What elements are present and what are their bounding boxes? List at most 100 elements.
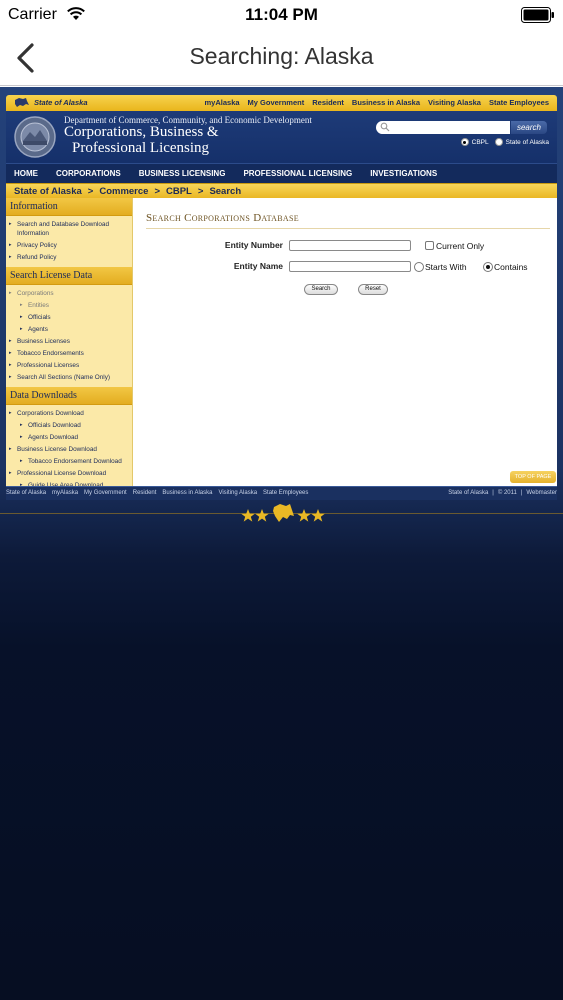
bullet-icon: ▸ <box>9 445 12 452</box>
content-area: Information ▸ Search and Database Downloa… <box>6 198 557 489</box>
sidebar-item[interactable]: ▸ Officials <box>6 311 132 323</box>
footer-link[interactable]: Visiting Alaska <box>218 490 257 496</box>
sidebar-item[interactable]: ▸ Business Licenses <box>6 335 132 347</box>
nav-investigations[interactable]: INVESTIGATIONS <box>370 169 437 178</box>
sidebar-item[interactable]: ▸ Tobacco Endorsement Download <box>6 455 132 467</box>
nav-professional-licensing[interactable]: PROFESSIONAL LICENSING <box>243 169 352 178</box>
state-seal-icon <box>14 116 56 158</box>
sidebar-item[interactable]: ▸ Corporations <box>6 287 132 299</box>
sidebar-section-information: ▸ Search and Database Download Informatio… <box>6 216 132 267</box>
state-of-alaska-logo[interactable]: State of Alaska <box>14 97 88 108</box>
sidebar-item[interactable]: ▸ Entities <box>6 299 132 311</box>
breadcrumb-item[interactable]: CBPL <box>166 186 192 197</box>
sidebar-section-downloads: ▸ Corporations Download ▸ Officials Downloa… <box>6 405 132 493</box>
main-navigation: HOME CORPORATIONS BUSINESS LICENSING PRO… <box>6 163 557 183</box>
site-title-line2: Professional Licensing <box>72 140 210 156</box>
nav-home[interactable]: HOME <box>14 169 38 178</box>
stars-emblem-icon <box>241 504 325 522</box>
sidebar-heading-information: Information <box>6 198 132 216</box>
entity-name-label: Entity Name <box>233 261 283 271</box>
contains-radio[interactable] <box>483 262 493 272</box>
reset-button[interactable]: Reset <box>358 284 388 295</box>
nav-title: Searching: Alaska <box>189 43 374 69</box>
search-button[interactable]: Search <box>304 284 338 295</box>
breadcrumb-item[interactable]: Commerce <box>99 186 148 197</box>
starts-with-label: Starts With <box>425 262 467 272</box>
breadcrumb-separator: > <box>87 185 94 197</box>
footer-link[interactable]: State Employees <box>263 490 308 496</box>
entity-number-input[interactable] <box>289 240 411 251</box>
breadcrumb: State of Alaska > Commerce > CBPL > Sear… <box>6 183 557 198</box>
sidebar-item[interactable]: ▸ Professional Licenses <box>6 359 132 371</box>
sidebar-item[interactable]: ▸ Corporations Download <box>6 407 132 419</box>
entity-number-label: Entity Number <box>224 240 283 250</box>
util-link[interactable]: Resident <box>312 98 344 107</box>
sidebar-item[interactable]: ▸ Agents <box>6 323 132 335</box>
bullet-icon: ▸ <box>9 289 12 296</box>
sidebar-item[interactable]: ▸ Privacy Policy <box>6 239 132 251</box>
sidebar-item[interactable]: ▸ Refund Policy <box>6 251 132 263</box>
bullet-icon: ▸ <box>9 349 12 356</box>
site-title-line1: Corporations, Business & <box>64 124 219 140</box>
util-link[interactable]: myAlaska <box>205 98 240 107</box>
copyright: © 2011 <box>497 490 517 496</box>
bullet-icon: ▸ <box>9 409 12 416</box>
util-link[interactable]: My Government <box>248 98 305 107</box>
util-link[interactable]: State Employees <box>489 98 549 107</box>
footer-link[interactable]: Business in Alaska <box>162 490 212 496</box>
site-search-button[interactable]: search <box>511 121 547 134</box>
bullet-icon: ▸ <box>9 361 12 368</box>
search-icon <box>380 122 390 132</box>
nav-business-licensing[interactable]: BUSINESS LICENSING <box>139 169 226 178</box>
current-only-checkbox[interactable] <box>425 241 434 250</box>
sidebar-item-label: Tobacco Endorsement Download <box>28 457 122 465</box>
util-link[interactable]: Business in Alaska <box>352 98 420 107</box>
cbpl-radio-label: CBPL <box>471 138 489 146</box>
cbpl-radio[interactable] <box>460 138 469 146</box>
web-view[interactable]: State of Alaska myAlaska My Government R… <box>0 87 563 1000</box>
footer-state-link[interactable]: State of Alaska <box>448 490 488 496</box>
sidebar-item-label: Entities <box>28 301 49 309</box>
sidebar-item[interactable]: ▸ Officials Download <box>6 419 132 431</box>
webmaster-link[interactable]: Webmaster <box>526 490 557 496</box>
starts-with-radio[interactable] <box>414 262 424 272</box>
nav-corporations[interactable]: CORPORATIONS <box>56 169 121 178</box>
sidebar-item[interactable]: ▸ Search and Database Download Informatio… <box>6 218 132 239</box>
title-divider <box>146 228 550 229</box>
sidebar-item-label: Business Licenses <box>17 337 70 345</box>
sidebar-section-search: ▸ Corporations ▸ Entities ▸ Officials ▸ Agents ▸… <box>6 285 132 387</box>
contains-label: Contains <box>494 262 528 272</box>
sidebar-item[interactable]: ▸ Tobacco Endorsements <box>6 347 132 359</box>
state-radio[interactable] <box>494 138 503 146</box>
bullet-icon: ▸ <box>9 337 12 344</box>
top-of-page-button[interactable]: TOP OF PAGE <box>510 471 556 483</box>
main-content: Search Corporations Database Entity Numb… <box>133 198 557 486</box>
footer-link[interactable]: Resident <box>133 490 157 496</box>
site-search-input[interactable] <box>376 121 510 134</box>
footer-right: State of Alaska | © 2011 | Webmaster <box>448 490 557 496</box>
sidebar-item-label: Corporations Download <box>17 409 84 417</box>
sidebar-item[interactable]: ▸ Agents Download <box>6 431 132 443</box>
sidebar-item-label: Search All Sections (Name Only) <box>17 373 111 381</box>
util-link[interactable]: Visiting Alaska <box>428 98 481 107</box>
utility-bar: State of Alaska myAlaska My Government R… <box>6 95 557 111</box>
breadcrumb-item[interactable]: State of Alaska <box>14 186 82 197</box>
footer-link[interactable]: My Government <box>84 490 127 496</box>
bullet-icon: ▸ <box>9 373 12 380</box>
sidebar-item[interactable]: ▸ Professional License Download <box>6 467 132 479</box>
util-logo-label: State of Alaska <box>34 98 88 107</box>
entity-name-input[interactable] <box>289 261 411 272</box>
sidebar-item-label: Tobacco Endorsements <box>17 349 84 357</box>
footer-link[interactable]: myAlaska <box>52 490 78 496</box>
sidebar-item-label: Officials <box>28 313 51 321</box>
sidebar-item-label: Agents Download <box>28 433 79 441</box>
bullet-icon: ▸ <box>20 433 23 440</box>
sidebar-item-label: Agents <box>28 325 48 333</box>
current-only-label: Current Only <box>436 241 485 251</box>
sidebar-item[interactable]: ▸ Search All Sections (Name Only) <box>6 371 132 383</box>
status-time: 11:04 PM <box>245 5 318 24</box>
footer-link[interactable]: State of Alaska <box>6 490 46 496</box>
sidebar-item[interactable]: ▸ Business License Download <box>6 443 132 455</box>
navigation-bar: Searching: Alaska <box>0 30 563 86</box>
sidebar-item-label: Officials Download <box>28 421 81 429</box>
